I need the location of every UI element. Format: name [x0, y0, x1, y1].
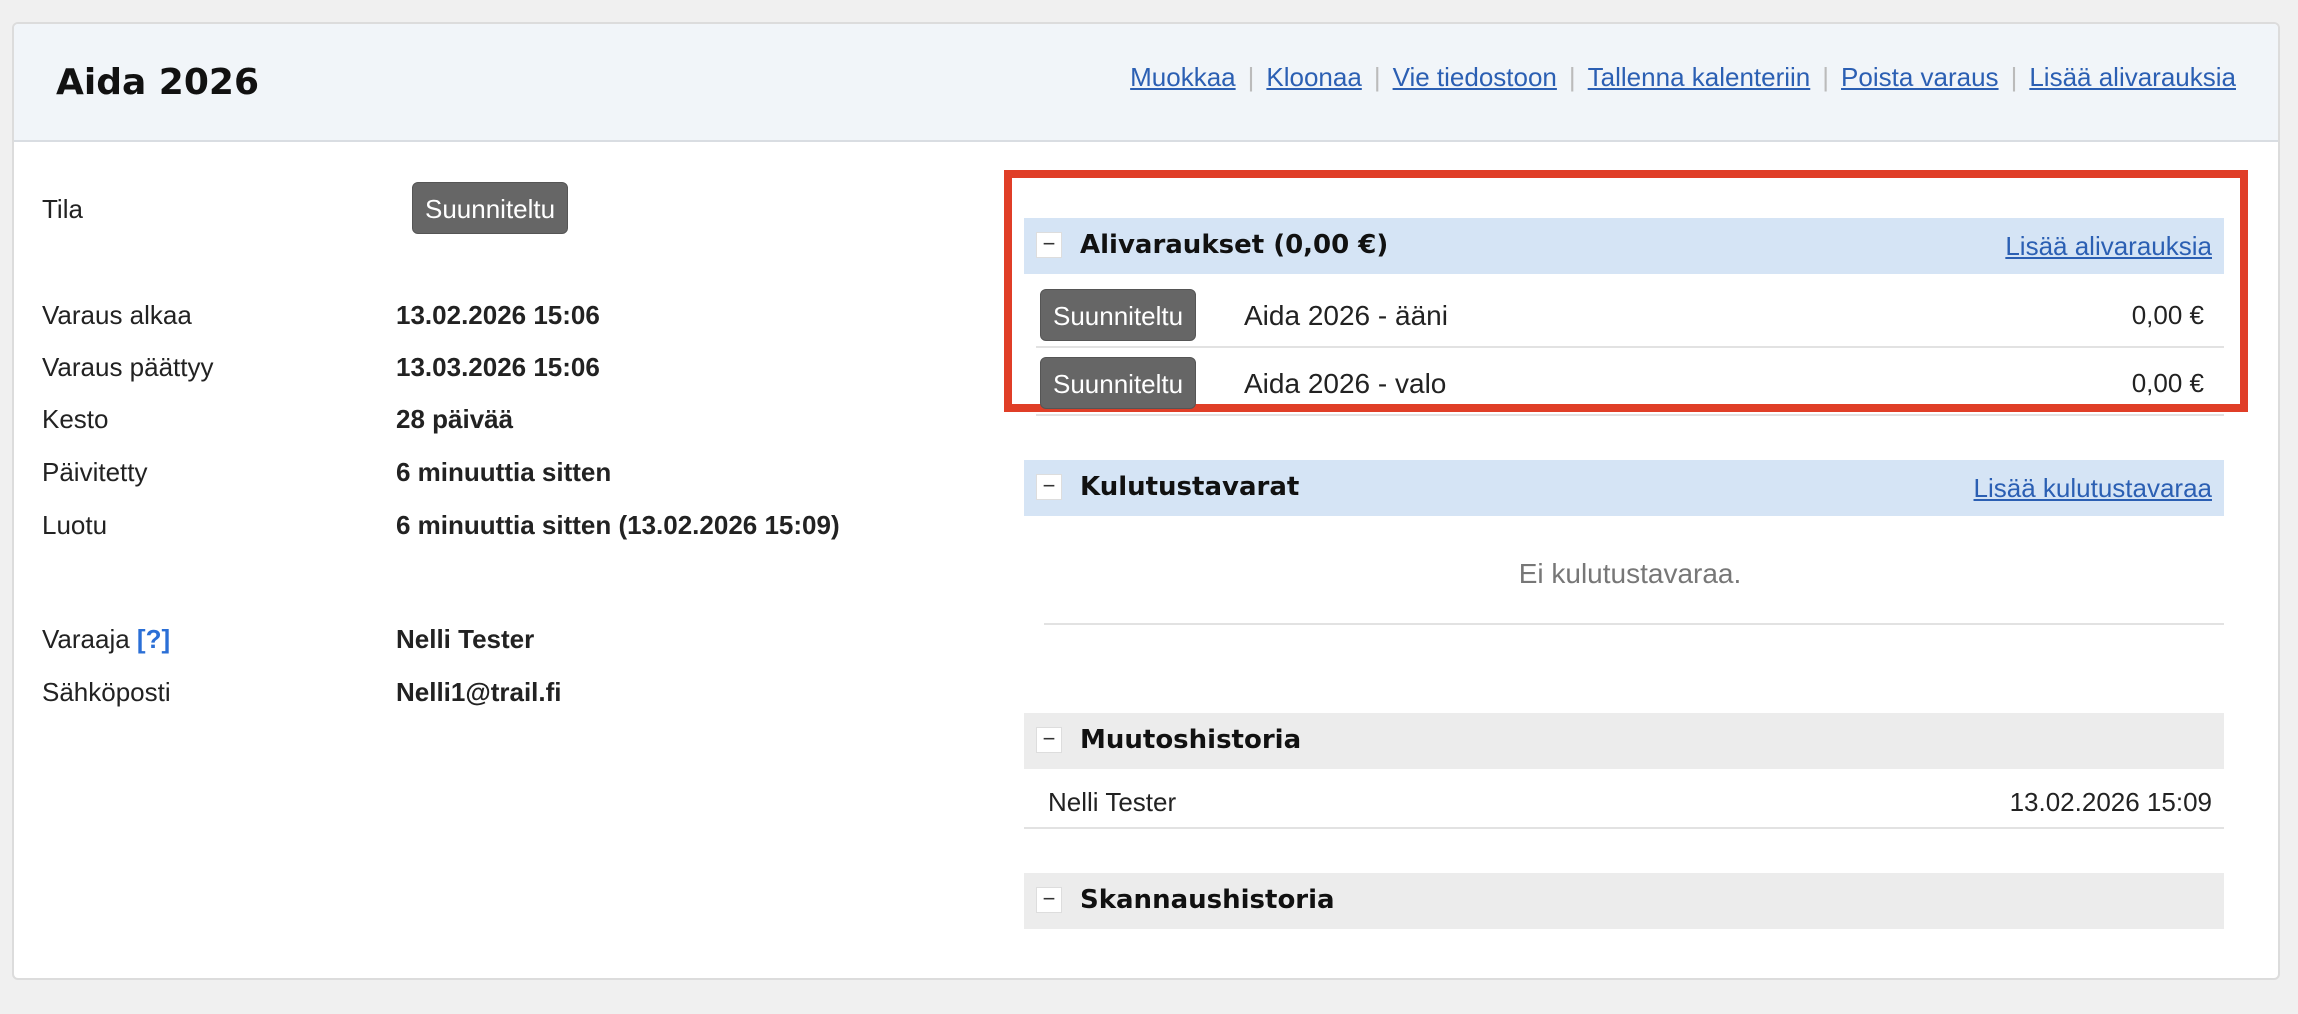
booker-label-row: Varaaja [?]	[42, 624, 170, 655]
scan-history-header: − Skannaushistoria	[1024, 873, 2224, 929]
created-value: 6 minuuttia sitten (13.02.2026 15:09)	[396, 510, 840, 540]
subbooking-status-button[interactable]: Suunniteltu	[1040, 289, 1197, 341]
subbooking-status-button[interactable]: Suunniteltu	[1040, 357, 1197, 409]
booker-value: Nelli Tester	[396, 624, 535, 654]
separator: |	[1822, 62, 1830, 92]
created-label: Luotu	[42, 510, 108, 540]
history-header: − Muutoshistoria	[1024, 713, 2224, 769]
clone-link[interactable]: Kloonaa	[1266, 62, 1361, 93]
history-date: 13.02.2026 15:09	[2009, 787, 2212, 817]
end-value: 13.03.2026 15:06	[396, 352, 600, 382]
status-button[interactable]: Suunniteltu	[412, 182, 569, 234]
collapse-toggle[interactable]: −	[1036, 887, 1062, 913]
history-title: Muutoshistoria	[1080, 725, 1302, 755]
updated-value: 6 minuuttia sitten	[396, 457, 612, 487]
panel-header: Aida 2026 Muokkaa | Kloonaa | Vie tiedos…	[14, 24, 2278, 142]
separator: |	[1247, 62, 1255, 92]
add-subbookings-link[interactable]: Lisää alivarauksia	[2005, 231, 2212, 262]
separator: |	[1568, 62, 1576, 92]
history-user: Nelli Tester	[1048, 787, 1177, 817]
subbooking-row: Suunniteltu Aida 2026 - valo 0,00 €	[1036, 350, 2224, 416]
consumables-title: Kulutustavarat	[1080, 472, 1300, 502]
add-subbookings-link[interactable]: Lisää alivarauksia	[2029, 62, 2236, 93]
booker-label: Varaaja	[42, 624, 130, 654]
subbooking-price: 0,00 €	[2131, 300, 2204, 330]
start-value: 13.02.2026 15:06	[396, 300, 600, 330]
subbookings-title: Alivaraukset (0,00 €)	[1080, 230, 1389, 260]
subbooking-row: Suunniteltu Aida 2026 - ääni 0,00 €	[1036, 282, 2224, 348]
history-row: Nelli Tester 13.02.2026 15:09	[1024, 771, 2224, 829]
scan-history-title: Skannaushistoria	[1080, 885, 1335, 915]
end-label: Varaus päättyy	[42, 352, 214, 382]
collapse-toggle[interactable]: −	[1036, 232, 1062, 258]
save-calendar-link[interactable]: Tallenna kalenteriin	[1588, 62, 1811, 93]
subbookings-header: − Alivaraukset (0,00 €) Lisää alivarauks…	[1024, 218, 2224, 274]
add-consumable-link[interactable]: Lisää kulutustavaraa	[1974, 473, 2212, 504]
edit-link[interactable]: Muokkaa	[1130, 62, 1236, 93]
export-link[interactable]: Vie tiedostoon	[1393, 62, 1557, 93]
delete-booking-link[interactable]: Poista varaus	[1841, 62, 1999, 93]
consumables-empty-text: Ei kulutustavaraa.	[1518, 558, 1742, 589]
separator: |	[2010, 62, 2018, 92]
duration-label: Kesto	[42, 404, 109, 434]
status-label: Tila	[42, 194, 83, 224]
subbooking-price: 0,00 €	[2131, 368, 2204, 398]
subbooking-name: Aida 2026 - valo	[1244, 368, 1447, 399]
collapse-toggle[interactable]: −	[1036, 727, 1062, 753]
consumables-header: − Kulutustavarat Lisää kulutustavaraa	[1024, 460, 2224, 516]
duration-value: 28 päivää	[396, 404, 514, 434]
subbooking-name: Aida 2026 - ääni	[1244, 300, 1448, 331]
separator: |	[1373, 62, 1381, 92]
header-actions: Muokkaa | Kloonaa | Vie tiedostoon | Tal…	[1130, 62, 2236, 93]
email-value: Nelli1@trail.fi	[396, 677, 562, 707]
collapse-toggle[interactable]: −	[1036, 474, 1062, 500]
email-label: Sähköposti	[42, 677, 171, 707]
start-label: Varaus alkaa	[42, 300, 192, 330]
divider	[1044, 623, 2224, 625]
updated-label: Päivitetty	[42, 457, 148, 487]
booker-help-link[interactable]: [?]	[137, 624, 170, 654]
page-title: Aida 2026	[56, 62, 259, 103]
